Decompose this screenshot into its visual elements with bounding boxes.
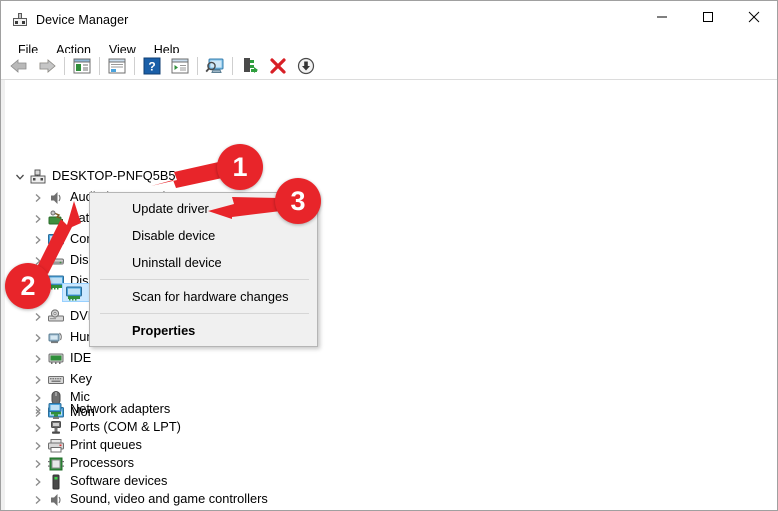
- chevron-right-icon[interactable]: [29, 189, 47, 207]
- chevron-right-icon[interactable]: [29, 371, 47, 389]
- tree-item-ide[interactable]: IDE: [29, 348, 91, 369]
- update-driver-button[interactable]: [236, 54, 264, 78]
- red-x-icon: [270, 58, 286, 74]
- tree-item-label: Key: [70, 371, 93, 387]
- tree-item-storage-controllers[interactable]: Storage controllers: [29, 507, 177, 510]
- monitor-icon: [47, 231, 65, 249]
- chevron-down-icon[interactable]: [29, 273, 47, 291]
- chevron-right-icon[interactable]: [29, 437, 47, 455]
- context-menu-item-properties[interactable]: Properties: [90, 317, 317, 344]
- close-button[interactable]: [731, 1, 777, 33]
- green-plug-icon: [244, 58, 258, 73]
- battery-icon: [47, 210, 65, 228]
- chevron-right-icon[interactable]: [29, 308, 47, 326]
- tree-item-label: Print queues: [70, 437, 142, 453]
- chevron-right-icon[interactable]: [29, 231, 47, 249]
- chevron-right-icon[interactable]: [29, 419, 47, 437]
- back-button[interactable]: [5, 54, 33, 78]
- processor-icon: [47, 455, 65, 473]
- scan-monitor-icon: [205, 58, 224, 73]
- chevron-right-icon[interactable]: [29, 473, 47, 491]
- properties-button[interactable]: [103, 54, 131, 78]
- forward-arrow-icon: [39, 59, 56, 73]
- minimize-button[interactable]: [639, 1, 685, 33]
- printer-icon: [47, 437, 65, 455]
- question-mark-icon: ?: [143, 57, 161, 75]
- tree-item-label: Network adapters: [70, 401, 171, 417]
- hid-icon: [47, 329, 65, 347]
- title-bar: Device Manager: [1, 1, 777, 38]
- ide-controller-icon: [47, 350, 65, 368]
- tree-item-human-interface-devices[interactable]: Hum: [29, 327, 97, 348]
- tree-item-label: Sound, video and game controllers: [70, 491, 268, 507]
- chevron-right-icon[interactable]: [29, 252, 47, 270]
- context-menu-item-disable-device[interactable]: Disable device: [90, 222, 317, 249]
- device-manager-window: Device Manager File Action View Help ? D…: [0, 0, 778, 511]
- chevron-right-icon[interactable]: [29, 509, 47, 511]
- toolbar-separator: [99, 57, 100, 75]
- context-menu-item-uninstall-device[interactable]: Uninstall device: [90, 249, 317, 276]
- keyboard-icon: [47, 371, 65, 389]
- context-menu-separator: [100, 313, 309, 314]
- display-adapter-icon: [65, 284, 83, 302]
- context-menu-separator: [100, 279, 309, 280]
- disable-device-button[interactable]: [292, 54, 320, 78]
- context-menu-item-scan-for-hardware-changes[interactable]: Scan for hardware changes: [90, 283, 317, 310]
- tree-item-selected-display-adapter[interactable]: [62, 283, 94, 302]
- dvd-drive-icon: [47, 308, 65, 326]
- toolbar: ?: [1, 53, 777, 80]
- toolbar-separator: [134, 57, 135, 75]
- chevron-right-icon[interactable]: [29, 401, 47, 419]
- window-title: Device Manager: [36, 12, 129, 27]
- maximize-button[interactable]: [685, 1, 731, 33]
- toolbar-separator: [64, 57, 65, 75]
- speaker-icon: [47, 491, 65, 509]
- tree-item-desktop-root[interactable]: DESKTOP-PNFQ5B5: [11, 166, 176, 187]
- tree-item-label: Ports (COM & LPT): [70, 419, 181, 435]
- disk-drive-icon: [47, 252, 65, 270]
- window-controls: [639, 1, 777, 38]
- device-manager-icon: [12, 12, 28, 28]
- chevron-right-icon[interactable]: [29, 455, 47, 473]
- context-menu[interactable]: Update driver Disable device Uninstall d…: [89, 192, 318, 347]
- tree-item-dvd[interactable]: DVD: [29, 306, 97, 327]
- chevron-right-icon[interactable]: [29, 329, 47, 347]
- properties-window-icon: [108, 58, 126, 74]
- console-tree-icon: [73, 58, 91, 74]
- toolbar-separator: [197, 57, 198, 75]
- help-button[interactable]: ?: [138, 54, 166, 78]
- tree-item-label: Processors: [70, 455, 135, 471]
- view-button[interactable]: [166, 54, 194, 78]
- software-device-icon: [47, 473, 65, 491]
- forward-button[interactable]: [33, 54, 61, 78]
- back-arrow-icon: [10, 59, 27, 73]
- chevron-right-icon[interactable]: [29, 350, 47, 368]
- chevron-right-icon[interactable]: [29, 210, 47, 228]
- tree-item-label: Software devices: [70, 473, 168, 489]
- speaker-icon: [47, 189, 65, 207]
- chevron-right-icon[interactable]: [29, 491, 47, 509]
- scan-hardware-changes-button[interactable]: [201, 54, 229, 78]
- tree-item-label: IDE: [70, 350, 92, 366]
- show-hide-console-tree-button[interactable]: [68, 54, 96, 78]
- port-icon: [47, 419, 65, 437]
- computer-root-icon: [29, 168, 47, 186]
- toolbar-separator: [232, 57, 233, 75]
- view-pane-icon: [171, 58, 189, 74]
- network-adapter-icon: [47, 401, 65, 419]
- storage-controller-icon: [47, 509, 65, 511]
- tree-item-label: DESKTOP-PNFQ5B5: [52, 168, 176, 184]
- down-arrow-circle-icon: [297, 57, 315, 75]
- svg-text:?: ?: [148, 60, 155, 74]
- uninstall-device-button[interactable]: [264, 54, 292, 78]
- chevron-down-icon[interactable]: [11, 168, 29, 186]
- context-menu-item-update-driver[interactable]: Update driver: [90, 195, 317, 222]
